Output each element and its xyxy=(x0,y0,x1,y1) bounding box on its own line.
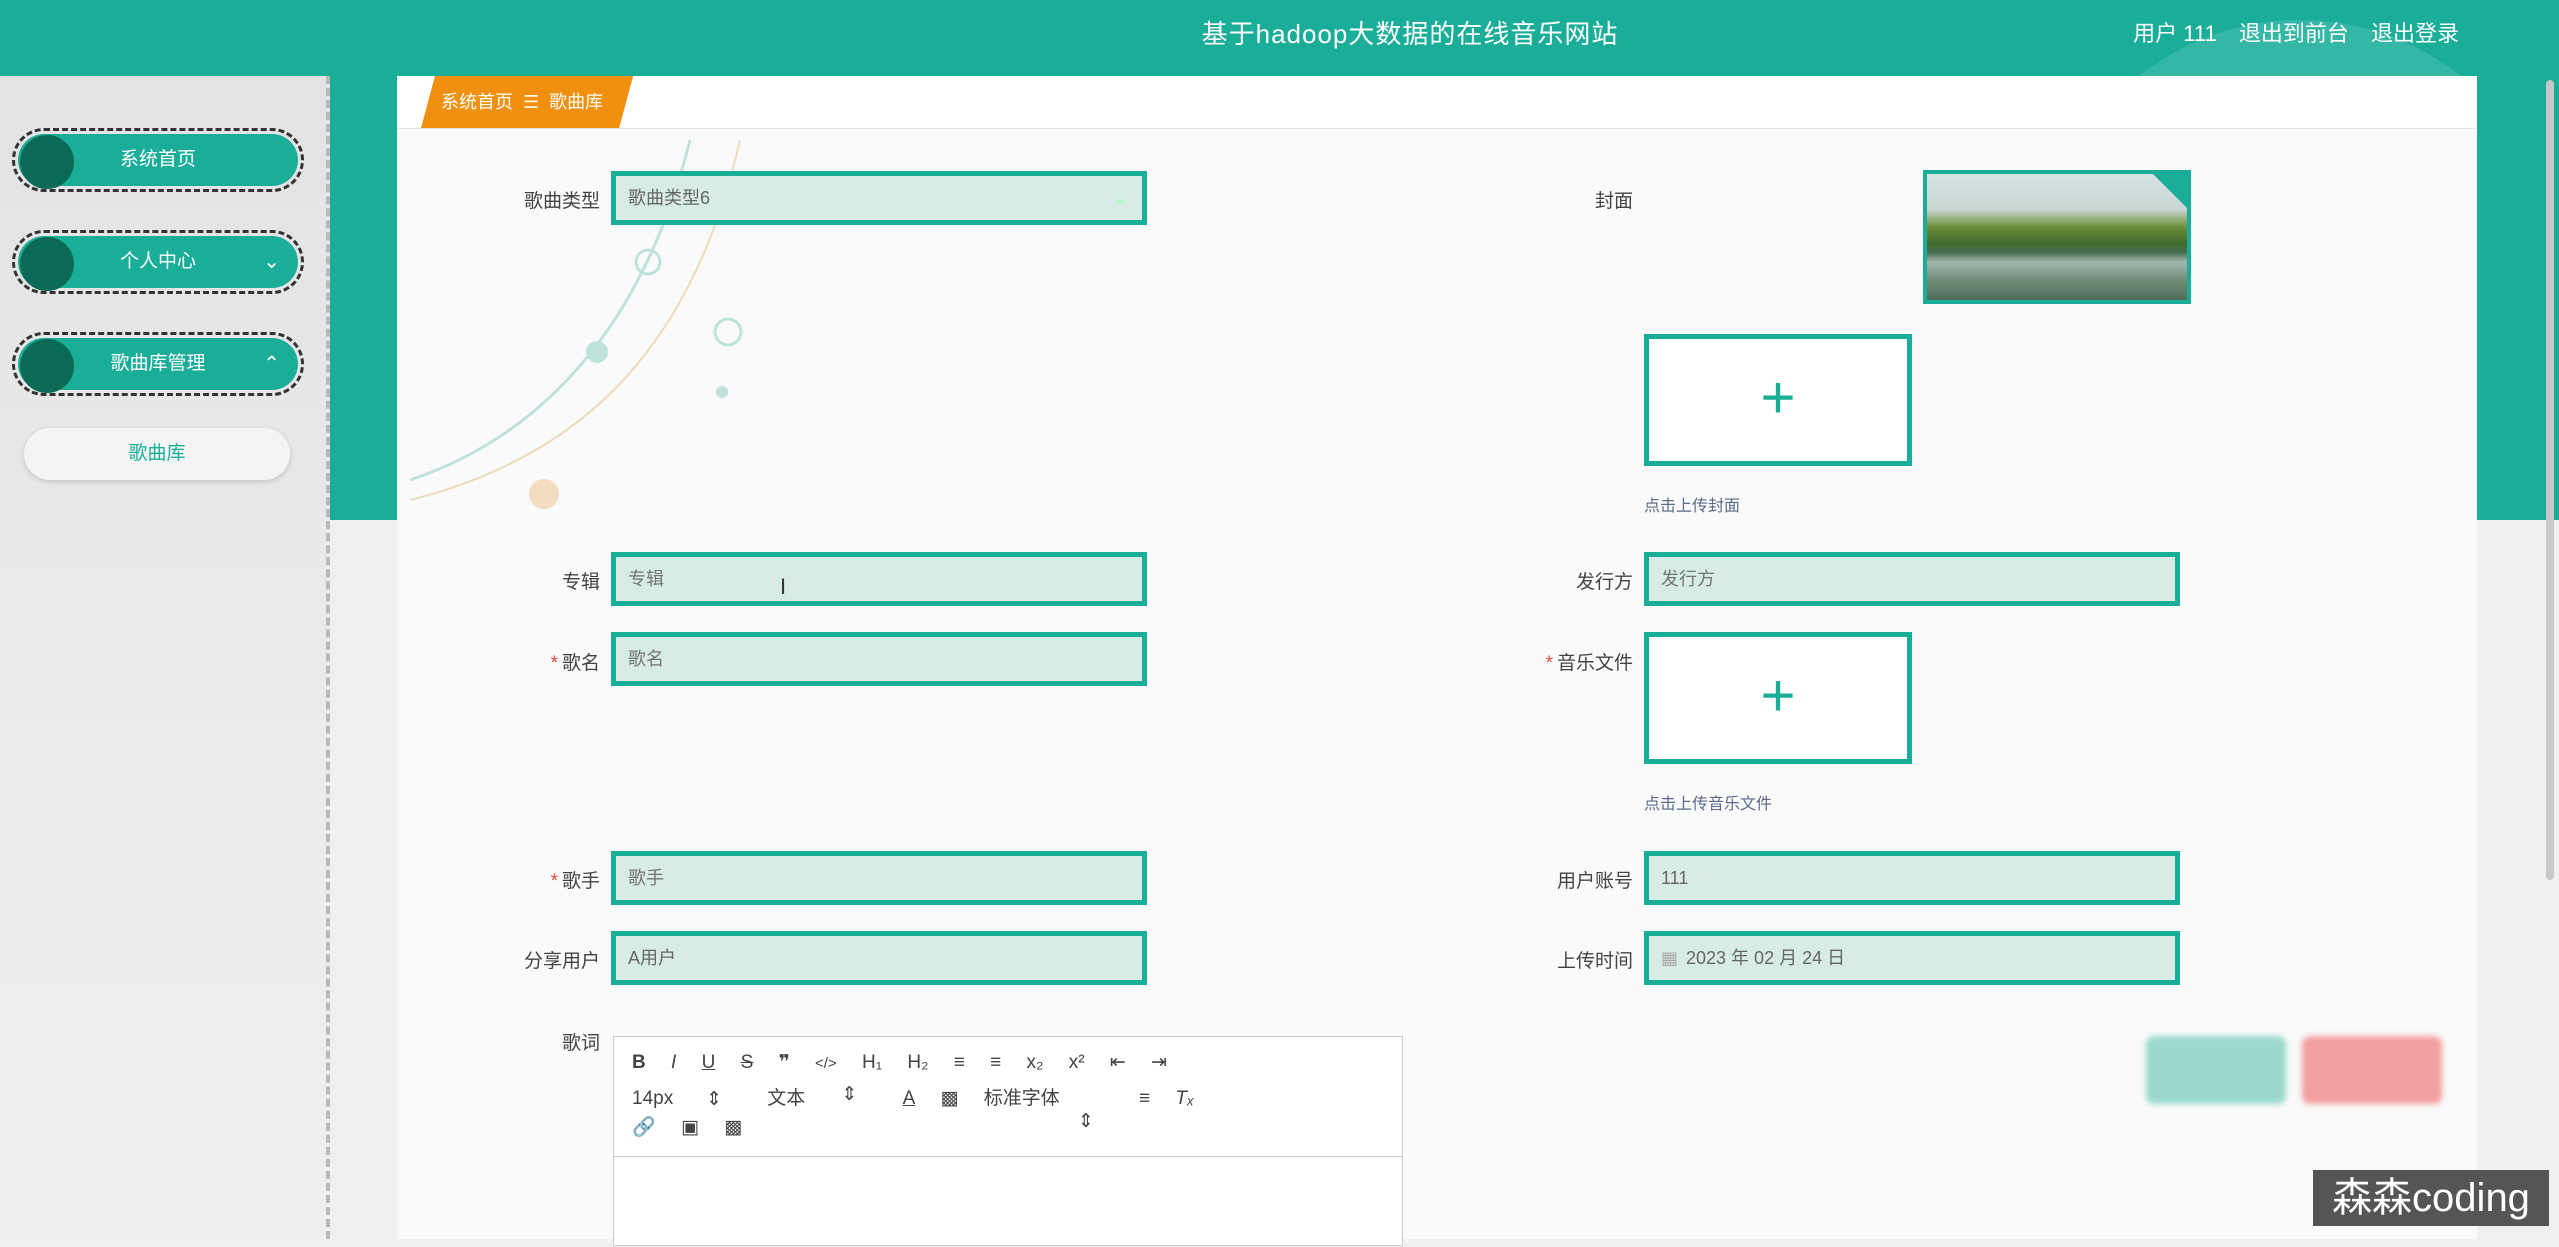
subscript-icon[interactable]: x₂ xyxy=(1027,1052,1044,1074)
font-family-value: 标准字体 xyxy=(983,1088,1060,1109)
sidebar-item-personal-center[interactable]: 个人中心 ⌄ xyxy=(12,230,304,294)
plus-icon: + xyxy=(1760,364,1796,431)
music-file-upload-button[interactable]: + xyxy=(1644,632,1912,764)
song-name-label-text: 歌名 xyxy=(561,653,600,674)
breadcrumb-home[interactable]: 系统首页 xyxy=(441,92,513,112)
menu-knob-icon xyxy=(20,339,74,393)
menu-knob-icon xyxy=(20,135,74,189)
upload-time-field[interactable]: ▦ 2023 年 02 月 24 日 xyxy=(1644,931,2180,985)
breadcrumb-current: 歌曲库 xyxy=(549,92,604,112)
breadcrumb: 系统首页 ☰ 歌曲库 xyxy=(421,76,633,128)
album-label: 专辑 xyxy=(561,572,600,593)
singer-input[interactable] xyxy=(611,851,1147,905)
to-frontend-link[interactable]: 退出到前台 xyxy=(2239,21,2349,46)
plus-icon: + xyxy=(1760,662,1796,729)
font-size-value: 14px xyxy=(632,1088,674,1109)
heading1-icon[interactable]: H₁ xyxy=(862,1052,882,1074)
sidebar-item-label: 系统首页 xyxy=(119,149,196,170)
song-name-input[interactable] xyxy=(611,632,1147,686)
blockquote-icon[interactable]: ❞ xyxy=(779,1051,790,1074)
ordered-list-icon[interactable]: ≡ xyxy=(954,1052,965,1074)
cover-image[interactable] xyxy=(1923,170,2191,304)
song-name-label: * 歌名 xyxy=(440,648,600,675)
chevron-up-icon: ⌃ xyxy=(263,353,280,375)
menu-knob-icon xyxy=(20,237,74,291)
chevron-down-icon: ⌄ xyxy=(263,251,280,273)
bold-icon[interactable]: B xyxy=(632,1052,646,1074)
lyrics-label: 歌词 xyxy=(561,1033,600,1054)
share-user-field[interactable]: A用户 xyxy=(611,931,1147,985)
top-header: 基于hadoop大数据的在线音乐网站 用户 111 退出到前台 退出登录 xyxy=(0,0,2559,540)
required-mark: * xyxy=(1545,653,1553,674)
breadcrumb-bar: 系统首页 ☰ 歌曲库 xyxy=(397,76,2477,129)
paragraph-value: 文本 xyxy=(767,1088,806,1109)
user-account-label: 用户账号 xyxy=(1556,871,1633,892)
upload-time-label: 上传时间 xyxy=(1556,951,1633,972)
user-account-field[interactable]: 111 xyxy=(1644,851,2180,905)
link-icon[interactable]: 🔗 xyxy=(632,1115,656,1139)
singer-label-text: 歌手 xyxy=(561,871,600,892)
font-size-select[interactable]: 14px ⇕ xyxy=(632,1088,742,1111)
underline-icon[interactable]: U xyxy=(702,1052,716,1074)
heading2-icon[interactable]: H₂ xyxy=(907,1052,928,1074)
watermark: 森森coding xyxy=(2313,1170,2549,1226)
paragraph-select[interactable]: 文本 ⇕ xyxy=(767,1083,877,1110)
lyrics-editor: B I U S ❞ </> H₁ H₂ ≡ ≡ x₂ x² ⇤ ⇥ 14px ⇕ … xyxy=(613,1036,1403,1246)
publisher-label: 发行方 xyxy=(1575,572,1633,593)
select-arrows-icon: ⇕ xyxy=(706,1089,722,1110)
sidebar: 系统首页 个人中心 ⌄ 歌曲库管理 ⌃ 歌曲库 xyxy=(0,76,330,1239)
music-file-label-text: 音乐文件 xyxy=(1556,653,1633,674)
breadcrumb-separator: ☰ xyxy=(523,92,540,112)
singer-label: * 歌手 xyxy=(440,866,600,893)
background-color-icon[interactable]: ▩ xyxy=(941,1087,959,1110)
sidebar-item-song-library-management[interactable]: 歌曲库管理 ⌃ xyxy=(12,332,304,396)
song-type-value: 歌曲类型6 xyxy=(628,188,711,208)
cancel-button[interactable] xyxy=(2302,1036,2442,1104)
page-scrollbar[interactable] xyxy=(2546,80,2554,880)
font-family-select[interactable]: 标准字体 ⇕ xyxy=(984,1083,1114,1133)
code-icon[interactable]: </> xyxy=(815,1055,837,1072)
font-color-icon[interactable]: A xyxy=(903,1088,916,1110)
editor-toolbar: B I U S ❞ </> H₁ H₂ ≡ ≡ x₂ x² ⇤ ⇥ 14px ⇕ … xyxy=(614,1037,1402,1157)
sidebar-item-home[interactable]: 系统首页 xyxy=(12,128,304,192)
superscript-icon[interactable]: x² xyxy=(1069,1052,1085,1074)
select-arrows-icon: ⇕ xyxy=(1077,1111,1094,1132)
sidebar-subitem-song-library[interactable]: 歌曲库 xyxy=(24,428,290,480)
image-icon[interactable]: ▣ xyxy=(681,1116,699,1139)
sidebar-item-label: 个人中心 xyxy=(119,251,196,272)
bullet-list-icon[interactable]: ≡ xyxy=(990,1052,1001,1074)
upload-time-value: 2023 年 02 月 24 日 xyxy=(1686,948,1846,968)
cover-upload-hint: 点击上传封面 xyxy=(1644,498,1741,515)
submit-button[interactable] xyxy=(2146,1036,2286,1104)
publisher-input[interactable] xyxy=(1644,552,2180,606)
clear-format-icon[interactable]: Tₓ xyxy=(1175,1088,1194,1110)
required-mark: * xyxy=(550,871,558,892)
strikethrough-icon[interactable]: S xyxy=(741,1052,754,1074)
video-icon[interactable]: ▩ xyxy=(724,1116,742,1139)
indent-icon[interactable]: ⇥ xyxy=(1151,1051,1167,1074)
required-mark: * xyxy=(550,653,558,674)
calendar-icon: ▦ xyxy=(1661,948,1679,968)
user-links: 用户 111 退出到前台 退出登录 xyxy=(2117,0,2459,68)
album-input[interactable] xyxy=(611,552,1147,606)
italic-icon[interactable]: I xyxy=(671,1052,676,1074)
share-user-label: 分享用户 xyxy=(523,951,600,972)
select-arrows-icon: ⇕ xyxy=(841,1084,858,1105)
user-name: 用户 111 xyxy=(2133,21,2217,46)
cover-upload-button[interactable]: + xyxy=(1644,334,1912,466)
music-file-label: * 音乐文件 xyxy=(1473,648,1633,675)
align-icon[interactable]: ≡ xyxy=(1139,1088,1150,1110)
corner-badge-icon xyxy=(2151,174,2187,210)
cover-label: 封面 xyxy=(1594,191,1633,212)
outdent-icon[interactable]: ⇤ xyxy=(1110,1051,1126,1074)
music-file-upload-hint: 点击上传音乐文件 xyxy=(1644,796,1773,813)
song-type-select[interactable]: 歌曲类型6 ⌄ xyxy=(611,171,1147,225)
logout-link[interactable]: 退出登录 xyxy=(2371,21,2459,46)
sidebar-item-label: 歌曲库管理 xyxy=(110,353,206,374)
editor-content-area[interactable] xyxy=(614,1157,1402,1247)
text-cursor-icon: I xyxy=(780,574,787,599)
song-type-label: 歌曲类型 xyxy=(523,191,600,212)
chevron-down-icon: ⌄ xyxy=(1112,188,1128,208)
